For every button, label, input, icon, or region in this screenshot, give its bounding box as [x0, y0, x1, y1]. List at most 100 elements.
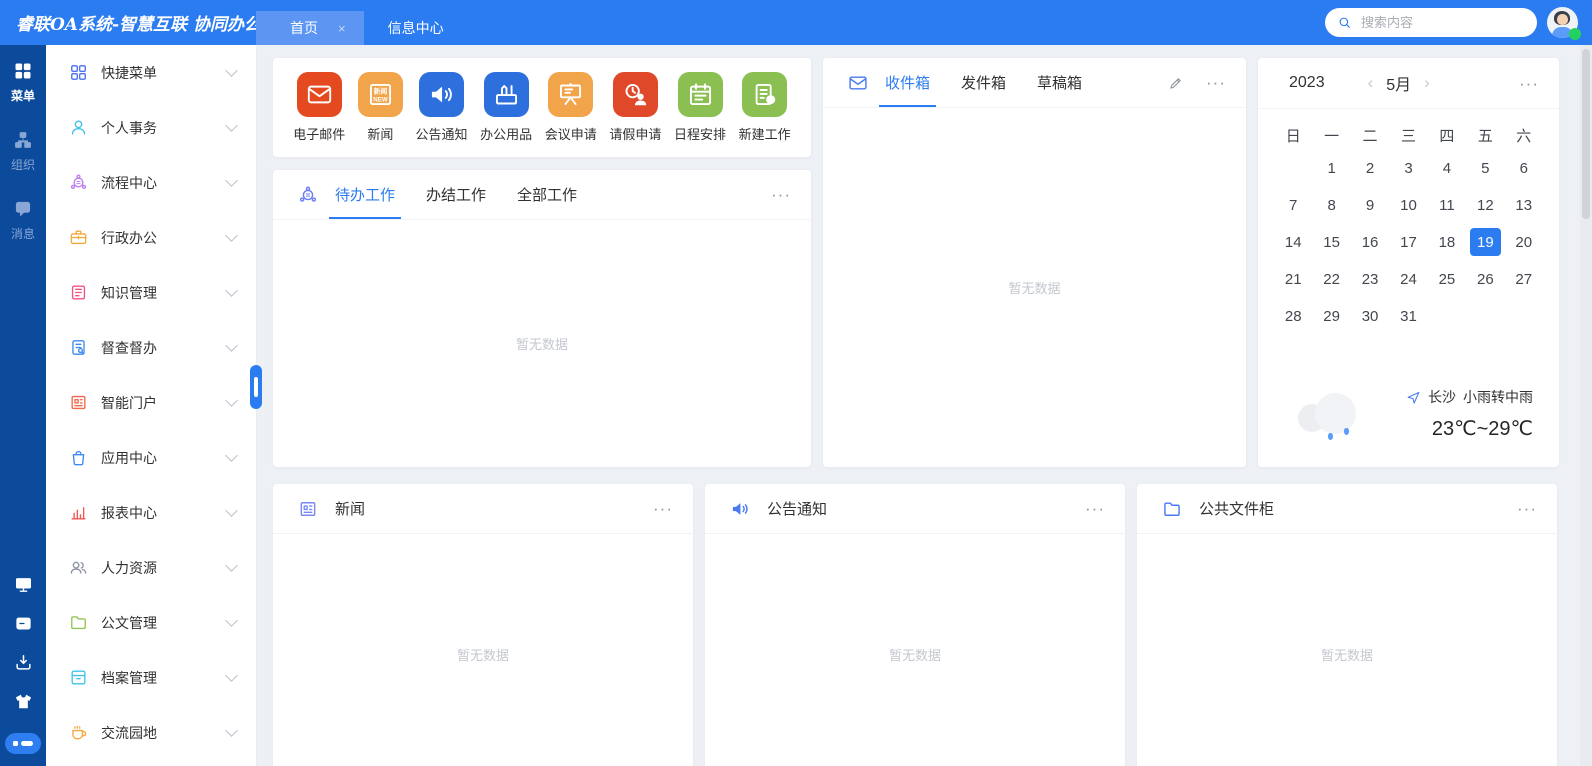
more-icon[interactable]: ··· — [1519, 75, 1539, 92]
calendar-day[interactable]: 7 — [1278, 191, 1308, 219]
weekday-label: 二 — [1351, 125, 1389, 146]
sidebar-item[interactable]: 个人事务 — [46, 100, 256, 155]
quick-action[interactable]: 新闻 — [358, 72, 403, 143]
mail-tab[interactable]: 发件箱 — [961, 58, 1006, 107]
quick-action[interactable]: 新建工作 — [739, 72, 791, 143]
calendar-day[interactable] — [1432, 302, 1462, 330]
quick-action-label: 会议申请 — [545, 124, 597, 143]
calendar-day[interactable]: 19 — [1470, 228, 1500, 256]
work-tab[interactable]: 全部工作 — [517, 170, 577, 219]
work-tab[interactable]: 办结工作 — [426, 170, 486, 219]
rail-item-label: 菜单 — [11, 87, 35, 104]
calendar-day[interactable]: 4 — [1432, 154, 1462, 182]
nav-tab[interactable]: 信息中心 — [364, 11, 468, 45]
calendar-day[interactable]: 3 — [1393, 154, 1423, 182]
more-icon[interactable]: ··· — [771, 186, 791, 203]
rail-tool-button[interactable] — [14, 692, 33, 711]
quick-action[interactable]: 电子邮件 — [293, 72, 345, 143]
calendar-day[interactable]: 14 — [1278, 228, 1308, 256]
close-icon[interactable]: × — [338, 22, 346, 35]
sidebar-item[interactable]: 报表中心 — [46, 485, 256, 540]
info-panel-header: 新闻 ··· — [273, 484, 693, 534]
calendar-day[interactable]: 17 — [1393, 228, 1423, 256]
quick-action[interactable]: 日程安排 — [674, 72, 726, 143]
collapse-toggle[interactable] — [5, 733, 41, 754]
sidebar-collapse-handle[interactable] — [250, 365, 262, 409]
search-box[interactable] — [1325, 8, 1537, 37]
quick-action[interactable]: 公告通知 — [416, 72, 468, 143]
calendar-day[interactable]: 27 — [1509, 265, 1539, 293]
calendar-day[interactable]: 6 — [1509, 154, 1539, 182]
compose-icon[interactable] — [1168, 75, 1184, 91]
calendar-day[interactable]: 25 — [1432, 265, 1462, 293]
calendar-day[interactable]: 5 — [1470, 154, 1500, 182]
calendar-day[interactable]: 8 — [1316, 191, 1346, 219]
calendar-day[interactable]: 16 — [1355, 228, 1385, 256]
calendar-day[interactable]: 9 — [1355, 191, 1385, 219]
calendar-day[interactable] — [1278, 154, 1308, 182]
work-tab-label: 全部工作 — [517, 184, 577, 205]
sidebar-item[interactable]: 交流园地 — [46, 705, 256, 760]
sidebar-item[interactable]: 人力资源 — [46, 540, 256, 595]
rail-tool-button[interactable] — [14, 614, 33, 633]
work-tab[interactable]: 待办工作 — [335, 170, 395, 219]
calendar-day[interactable]: 11 — [1432, 191, 1462, 219]
search-input[interactable] — [1359, 14, 1531, 31]
quick-action[interactable]: 办公用品 — [480, 72, 532, 143]
sidebar-item[interactable]: 知识管理 — [46, 265, 256, 320]
next-month-icon[interactable]: › — [1411, 73, 1443, 93]
calendar-day[interactable]: 24 — [1393, 265, 1423, 293]
calendar-day[interactable]: 18 — [1432, 228, 1462, 256]
scrollbar[interactable] — [1580, 45, 1592, 766]
sidebar-item-label: 应用中心 — [101, 448, 227, 468]
mail-tab[interactable]: 草稿箱 — [1037, 58, 1082, 107]
prev-month-icon[interactable]: ‹ — [1355, 73, 1387, 93]
calendar-day[interactable] — [1470, 302, 1500, 330]
calendar-day[interactable]: 2 — [1355, 154, 1385, 182]
sidebar-item[interactable]: 督查督办 — [46, 320, 256, 375]
more-icon[interactable]: ··· — [1085, 500, 1105, 517]
calendar-day[interactable]: 13 — [1509, 191, 1539, 219]
calendar-day[interactable]: 22 — [1316, 265, 1346, 293]
rail-item[interactable]: 组织 — [11, 130, 35, 173]
calendar-day[interactable]: 1 — [1316, 154, 1346, 182]
calendar-day[interactable]: 28 — [1278, 302, 1308, 330]
nav-tab[interactable]: 首页 × — [256, 11, 364, 45]
calendar-day[interactable]: 12 — [1470, 191, 1500, 219]
tab-bar: 首页 × 信息中心 — [256, 0, 1325, 45]
quick-action-label: 日程安排 — [674, 124, 726, 143]
calendar-day[interactable]: 31 — [1393, 302, 1423, 330]
more-icon[interactable]: ··· — [1206, 74, 1226, 91]
public-files-icon — [1162, 499, 1182, 519]
sidebar-item[interactable]: 应用中心 — [46, 430, 256, 485]
calendar-day[interactable]: 26 — [1470, 265, 1500, 293]
quick-action[interactable]: 会议申请 — [545, 72, 597, 143]
quick-action[interactable]: 请假申请 — [609, 72, 661, 143]
more-icon[interactable]: ··· — [653, 500, 673, 517]
sidebar-item[interactable]: 流程中心 — [46, 155, 256, 210]
sidebar-item[interactable]: 公文管理 — [46, 595, 256, 650]
rail-tool-button[interactable] — [14, 575, 33, 594]
mail-tab-label: 发件箱 — [961, 72, 1006, 93]
calendar-day[interactable]: 20 — [1509, 228, 1539, 256]
rail-item[interactable]: 菜单 — [11, 61, 35, 104]
info-panel-body: 暂无数据 — [1137, 534, 1557, 766]
calendar-day[interactable] — [1509, 302, 1539, 330]
calendar-day[interactable]: 23 — [1355, 265, 1385, 293]
sidebar-item[interactable]: 智能门户 — [46, 375, 256, 430]
calendar-day[interactable]: 29 — [1316, 302, 1346, 330]
sidebar-item[interactable]: 行政办公 — [46, 210, 256, 265]
calendar-day[interactable]: 21 — [1278, 265, 1308, 293]
calendar-day[interactable]: 30 — [1355, 302, 1385, 330]
user-avatar[interactable] — [1547, 7, 1578, 38]
sidebar-item[interactable]: 快捷菜单 — [46, 45, 256, 100]
calendar-day[interactable]: 10 — [1393, 191, 1423, 219]
mail-tab[interactable]: 收件箱 — [885, 58, 930, 107]
rail-item[interactable]: 消息 — [11, 199, 35, 242]
calendar-day[interactable]: 15 — [1316, 228, 1346, 256]
rail-tool-button[interactable] — [14, 653, 33, 672]
scrollbar-thumb[interactable] — [1582, 49, 1590, 219]
sidebar-item[interactable]: 档案管理 — [46, 650, 256, 705]
more-icon[interactable]: ··· — [1517, 500, 1537, 517]
admin-office-icon — [69, 228, 88, 247]
